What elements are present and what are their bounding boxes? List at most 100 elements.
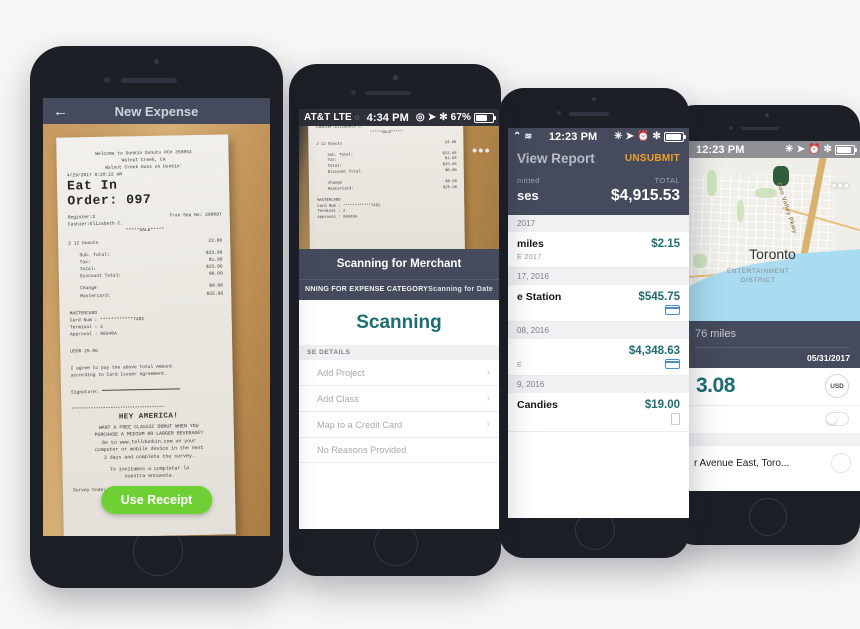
speaker-grill bbox=[741, 127, 779, 130]
expense-date[interactable]: 05/31/2017 bbox=[695, 347, 850, 368]
phone2-screen: AT&T LTE ◌ 4:34 PM ◎ ➤ ✻ 67% Cashier:Eli… bbox=[299, 109, 499, 529]
credit-card-icon bbox=[665, 305, 680, 315]
ov-item-amt: 23.98 bbox=[444, 140, 457, 145]
scanning-status-label: Scanning bbox=[299, 300, 499, 345]
map-view[interactable]: Don Valley Pkwy Toronto ENTERTAINMENT DI… bbox=[685, 158, 860, 321]
ov-approval: Approval : 00340A bbox=[317, 215, 358, 221]
p2-sb-right: ◎ ➤ ✻ 67% bbox=[415, 112, 496, 123]
receipt-paper: Welcome to Dunkin Donuts PC# 355054 Waln… bbox=[56, 134, 236, 536]
expense-name: Candies bbox=[517, 399, 558, 411]
rcp-disc-l: Discount Total: bbox=[79, 273, 122, 280]
list-item-label: Add Project bbox=[317, 367, 365, 378]
rcp-subtotal-l: Sub. Total: bbox=[79, 252, 110, 259]
receipt-paper-overlay: Cashier:Elizabeth C. *****SALE***** 2 12… bbox=[308, 126, 465, 249]
billable-toggle[interactable] bbox=[825, 412, 849, 426]
list-item-map-credit-card[interactable]: Map to a Credit Card › bbox=[299, 412, 499, 438]
amount-value: 3.08 bbox=[696, 374, 735, 397]
expense-amount: $545.75 bbox=[638, 291, 680, 303]
toggle-row[interactable] bbox=[685, 406, 860, 433]
list-item-add-project[interactable]: Add Project › bbox=[299, 360, 499, 386]
ov-p2-l: Mastercard: bbox=[328, 187, 354, 192]
bluetooth-icon: ✻ bbox=[652, 131, 661, 142]
chevron-right-icon: › bbox=[486, 419, 490, 430]
phone-device-1: ← New Expense Welcome to Dunkin Donuts P… bbox=[30, 46, 283, 588]
ov-t4-l: Discount Total: bbox=[327, 170, 363, 175]
table-row[interactable]: e Station $545.75 bbox=[508, 285, 689, 322]
expense-amount: $4,348.63 bbox=[628, 345, 680, 357]
list-item-label: No Reasons Provided bbox=[317, 445, 407, 455]
amount-row[interactable]: 3.08 USD bbox=[685, 368, 860, 406]
map-park-1 bbox=[707, 170, 717, 196]
sensor-icon bbox=[729, 126, 733, 130]
rcp-item-amount: 23.98 bbox=[208, 238, 223, 244]
page-title: New Expense bbox=[114, 103, 199, 119]
use-receipt-button[interactable]: Use Receipt bbox=[100, 486, 213, 514]
map-pin-icon[interactable] bbox=[831, 453, 851, 473]
location-icon: ➤ bbox=[427, 112, 437, 123]
p2-clock: 4:34 PM bbox=[366, 111, 409, 124]
more-dots-icon[interactable]: ••• bbox=[832, 178, 850, 193]
tab-scanning-for-date[interactable]: Scanning for Date bbox=[428, 285, 493, 293]
phone2-status-bar: AT&T LTE ◌ 4:34 PM ◎ ➤ ✻ 67% bbox=[299, 109, 499, 126]
rcp-mc-v: $25.96 bbox=[206, 291, 224, 297]
bluetooth-icon: ✻ bbox=[823, 144, 832, 155]
home-button-4[interactable] bbox=[748, 498, 787, 536]
receipt-overlay-text: Cashier:Elizabeth C. *****SALE***** 2 12… bbox=[316, 126, 457, 222]
receipt-camera-preview[interactable]: Cashier:Elizabeth C. *****SALE***** 2 12… bbox=[299, 126, 499, 249]
address-value: r Avenue East, Toro... bbox=[694, 457, 790, 469]
rcp-item-label: 2 12 Donuts bbox=[68, 240, 99, 247]
list-item-no-reasons[interactable]: No Reasons Provided bbox=[299, 438, 499, 463]
date-header: 08, 2016 bbox=[508, 322, 689, 339]
front-camera-icon bbox=[154, 59, 159, 64]
submitted-label: mitted bbox=[517, 176, 540, 185]
page-title: View Report bbox=[517, 151, 595, 166]
expense-subtitle: E 2017 bbox=[517, 252, 542, 261]
address-row[interactable]: r Avenue East, Toro... bbox=[685, 446, 860, 481]
speaker-grill bbox=[569, 112, 609, 116]
rcp-tranqseq: Tran Seq No: 260097 bbox=[169, 212, 222, 219]
phone1-earpiece-area bbox=[30, 46, 283, 98]
phone4-earpiece-area bbox=[673, 105, 860, 141]
wifi-icon: ⌃ bbox=[513, 131, 522, 142]
map-park-2 bbox=[737, 200, 744, 222]
table-row[interactable]: miles $2.15 E 2017 bbox=[508, 232, 689, 268]
row-top: Candies $19.00 bbox=[517, 399, 680, 411]
list-item-add-class[interactable]: Add Class › bbox=[299, 386, 499, 412]
row-bottom bbox=[517, 305, 680, 315]
map-district-label: ENTERTAINMENT DISTRICT bbox=[727, 268, 789, 286]
distance-value: 76 miles bbox=[695, 328, 736, 340]
ov-item-label: 2 12 Donuts bbox=[316, 142, 343, 147]
summary-values: ses $4,915.53 bbox=[517, 187, 680, 205]
sensor-icon bbox=[557, 111, 561, 115]
tab-expense-category[interactable]: NNING FOR EXPENSE CATEGORY bbox=[305, 285, 428, 293]
phone3-status-bar: ⌃ ≋ 12:23 PM ✳ ➤ ⏰ ✻ bbox=[508, 128, 689, 145]
date-header: 17, 2016 bbox=[508, 268, 689, 285]
table-row[interactable]: $4,348.63 E bbox=[508, 339, 689, 376]
bluetooth-icon: ✻ bbox=[439, 112, 448, 123]
report-name: ses bbox=[517, 188, 539, 203]
row-top: e Station $545.75 bbox=[517, 291, 680, 303]
phone-device-4: 12:23 PM ✳ ➤ ⏰ ✻ Don Valley Pkwy Toronto… bbox=[673, 105, 860, 545]
signature-line bbox=[101, 388, 180, 392]
more-dots-icon[interactable]: ••• bbox=[472, 142, 491, 158]
unsubmit-button[interactable]: UNSUBMIT bbox=[625, 153, 680, 164]
phone2-earpiece-area bbox=[289, 64, 501, 109]
do-not-disturb-icon: ◎ bbox=[415, 112, 425, 123]
phone4-screen: 12:23 PM ✳ ➤ ⏰ ✻ Don Valley Pkwy Toronto… bbox=[685, 141, 860, 491]
table-row[interactable]: Candies $19.00 bbox=[508, 393, 689, 432]
battery-percent: 67% bbox=[450, 112, 471, 123]
arrow-left-icon[interactable]: ← bbox=[53, 103, 68, 120]
sync-icon: ✳ bbox=[784, 144, 794, 155]
row-bottom: E bbox=[517, 359, 680, 369]
currency-badge[interactable]: USD bbox=[825, 374, 849, 398]
credit-card-icon bbox=[665, 359, 680, 369]
battery-icon bbox=[835, 144, 857, 155]
phone3-screen: ⌃ ≋ 12:23 PM ✳ ➤ ⏰ ✻ View Report UNSUBMIT… bbox=[508, 128, 689, 518]
network-label: LTE bbox=[333, 112, 352, 123]
p3-sb-right: ✳ ➤ ⏰ ✻ bbox=[614, 131, 686, 142]
mileage-summary: 76 miles 05/31/2017 bbox=[685, 321, 860, 368]
list-item-label: Map to a Credit Card bbox=[317, 419, 403, 430]
receipt-photo-area[interactable]: Welcome to Dunkin Donuts PC# 355054 Waln… bbox=[43, 124, 270, 536]
district-line-1: ENTERTAINMENT bbox=[727, 268, 790, 275]
phone4-status-bar: 12:23 PM ✳ ➤ ⏰ ✻ bbox=[685, 141, 860, 158]
